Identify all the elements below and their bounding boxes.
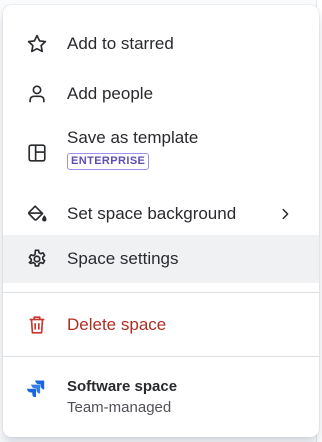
space-type-title: Software space [67, 378, 178, 395]
menu-item-set-space-background[interactable]: Set space background [3, 194, 319, 234]
menu-item-add-to-starred[interactable]: Add to starred [3, 24, 319, 64]
menu-item-label: Space settings [67, 249, 179, 268]
menu-item-label: Set space background [67, 204, 237, 223]
menu-item-save-as-template[interactable]: Save as template ENTERPRISE [3, 125, 319, 181]
jira-logo-icon [27, 379, 47, 399]
space-type-subtitle: Team-managed [67, 399, 172, 416]
trash-icon [25, 313, 49, 337]
paint-bucket-icon [25, 202, 49, 226]
menu-item-label: Add people [67, 84, 154, 103]
menu-item-delete-space[interactable]: Delete space [3, 305, 319, 345]
chevron-right-icon [275, 202, 295, 226]
menu-item-label: Delete space [67, 315, 167, 334]
menu-divider [3, 292, 319, 293]
template-icon [25, 141, 49, 165]
menu-item-label: Add to starred [67, 34, 174, 53]
space-actions-menu: Add to starred Add people Save as templa… [3, 5, 319, 437]
gear-icon [25, 247, 49, 271]
menu-item-label: Save as template [67, 128, 199, 147]
space-type-info[interactable]: Software space Team-managed [3, 357, 319, 437]
menu-item-add-people[interactable]: Add people [3, 74, 319, 114]
star-icon [25, 32, 49, 56]
menu-item-space-settings[interactable]: Space settings [3, 235, 319, 283]
person-icon [25, 82, 49, 106]
enterprise-badge: ENTERPRISE [67, 153, 150, 170]
